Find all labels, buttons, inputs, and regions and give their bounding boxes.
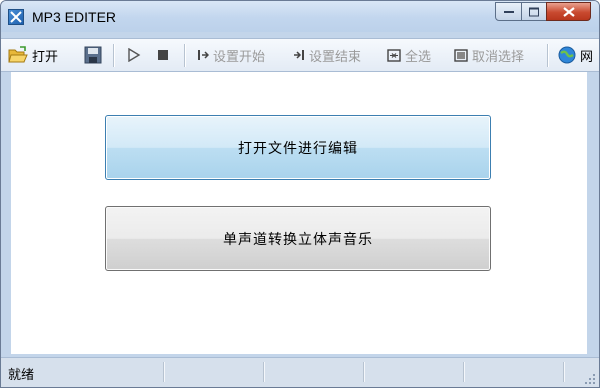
save-button[interactable]: [84, 39, 102, 71]
open-button[interactable]: 打开: [8, 39, 58, 71]
open-label: 打开: [32, 49, 59, 65]
close-icon: [562, 6, 575, 17]
window-controls: [495, 2, 591, 22]
toolbar-separator: [184, 44, 185, 67]
web-label: 网: [580, 49, 594, 65]
status-bar: 就绪: [1, 357, 599, 387]
minimize-icon: [503, 10, 514, 13]
stop-icon: [158, 50, 168, 60]
mono-to-stereo-button[interactable]: 单声道转换立体声音乐: [105, 206, 491, 271]
toolbar-separator: [547, 44, 548, 67]
title-bar[interactable]: MP3 EDITER: [1, 1, 599, 32]
set-start-label: 设置开始: [213, 49, 266, 65]
app-window: MP3 EDITER 打开 设置开始 设置结束 全选 取消选择 网 打开文件进行…: [0, 0, 600, 388]
maximize-icon: [529, 7, 539, 16]
toolbar: 打开 设置开始 设置结束 全选 取消选择 网: [1, 38, 599, 72]
status-divider: [263, 362, 264, 382]
content-area: 打开文件进行编辑 单声道转换立体声音乐: [11, 72, 587, 354]
folder-open-icon: [8, 46, 28, 63]
open-file-edit-button[interactable]: 打开文件进行编辑: [105, 115, 491, 180]
select-all-icon: [387, 48, 401, 62]
set-end-label: 设置结束: [309, 49, 362, 65]
set-end-button[interactable]: 设置结束: [293, 39, 361, 71]
play-icon: [128, 48, 141, 62]
cancel-select-label: 取消选择: [472, 49, 525, 65]
status-text: 就绪: [8, 368, 35, 383]
minimize-button[interactable]: [495, 2, 522, 21]
main-panel: 打开文件进行编辑 单声道转换立体声音乐: [11, 72, 587, 354]
app-icon[interactable]: [8, 9, 24, 25]
status-divider: [563, 362, 564, 382]
stop-button[interactable]: [157, 39, 169, 71]
close-button[interactable]: [546, 2, 591, 21]
web-button[interactable]: 网: [558, 39, 593, 71]
set-end-icon: [294, 50, 304, 60]
status-divider: [363, 362, 364, 382]
resize-grip-icon[interactable]: [585, 374, 596, 385]
play-button[interactable]: [127, 39, 141, 71]
window-title: MP3 EDITER: [32, 9, 117, 25]
cancel-select-icon: [454, 48, 468, 62]
select-all-label: 全选: [405, 49, 432, 65]
status-divider: [163, 362, 164, 382]
toolbar-separator: [113, 44, 114, 67]
save-icon: [84, 46, 102, 64]
set-start-button[interactable]: 设置开始: [197, 39, 265, 71]
set-start-icon: [198, 50, 209, 60]
cancel-select-button[interactable]: 取消选择: [454, 39, 524, 71]
maximize-button[interactable]: [521, 2, 547, 21]
status-divider: [463, 362, 464, 382]
select-all-button[interactable]: 全选: [387, 39, 431, 71]
globe-icon: [558, 46, 576, 64]
